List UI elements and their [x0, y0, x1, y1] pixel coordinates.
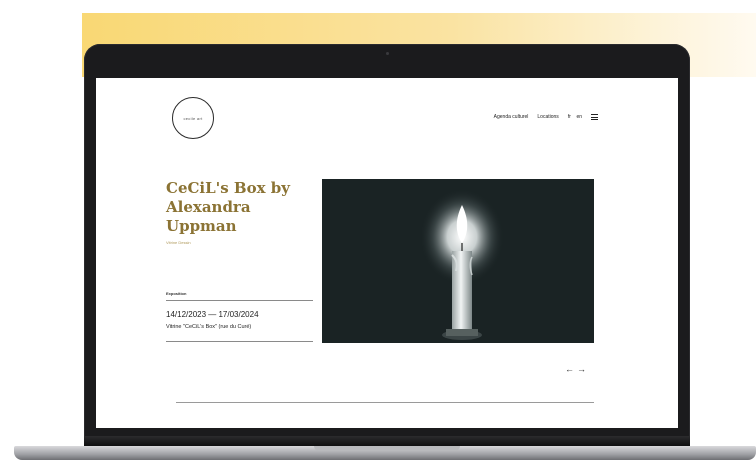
- nav-item-agenda-culturel[interactable]: Agenda culturel: [494, 114, 529, 120]
- event-venue: Vitrine "CeCiL's Box" (rue du Curé): [166, 324, 252, 330]
- prev-arrow-icon[interactable]: ←: [565, 364, 574, 374]
- divider-top: [166, 300, 313, 301]
- footer-divider: [176, 402, 594, 403]
- divider-bottom: [166, 341, 313, 342]
- nav-item-locations[interactable]: Locations: [537, 114, 558, 120]
- main-nav: Agenda culturel Locations fr en: [494, 114, 598, 120]
- next-arrow-icon[interactable]: →: [577, 364, 586, 374]
- lang-en[interactable]: en: [576, 114, 582, 120]
- event-dates: 14/12/2023 — 17/03/2024: [166, 310, 259, 319]
- candle-drawing-icon: [322, 179, 594, 343]
- logo-text: cecile art: [183, 115, 203, 121]
- page-title: CeCiL's Box by Alexandra Uppman: [166, 179, 290, 235]
- laptop-base: [14, 436, 756, 469]
- laptop-screen: cecile art Agenda culturel Locations fr …: [96, 78, 678, 428]
- laptop-hinge: [84, 436, 690, 446]
- page-subtitle: Vitrine Dessin: [166, 240, 191, 245]
- laptop-opening-notch: [314, 446, 460, 451]
- carousel-arrows: ← →: [565, 364, 586, 374]
- site-logo[interactable]: cecile art: [172, 97, 214, 139]
- artwork-image[interactable]: [322, 179, 594, 343]
- section-label: Exposition: [166, 291, 187, 296]
- language-switch: fr en: [568, 114, 582, 120]
- laptop-camera: [386, 52, 389, 55]
- lang-fr[interactable]: fr: [568, 114, 571, 120]
- hamburger-menu-icon[interactable]: [591, 114, 598, 120]
